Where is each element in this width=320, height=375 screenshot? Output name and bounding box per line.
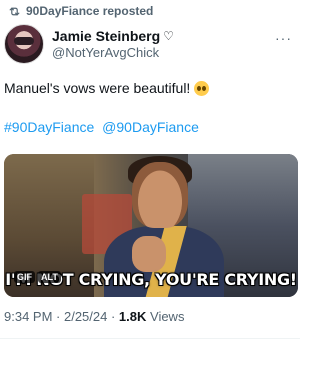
- tweet-header: Jamie Steinberg ♡ @NotYerAvgChick: [4, 24, 174, 64]
- avatar[interactable]: [4, 24, 44, 64]
- pleading-face-emoji-icon: [194, 81, 210, 96]
- meta-separator: ·: [107, 309, 119, 324]
- hashtag-link[interactable]: #90DayFiance: [4, 119, 94, 135]
- tweet-time[interactable]: 9:34 PM: [4, 309, 52, 324]
- alt-badge[interactable]: ALT: [38, 271, 61, 283]
- mention-link[interactable]: @90DayFiance: [102, 119, 199, 135]
- media-figure-hands: [132, 236, 166, 272]
- meta-separator: ·: [52, 309, 64, 324]
- heart-icon: ♡: [163, 29, 174, 43]
- tweet-meta: 9:34 PM · 2/25/24 · 1.8K Views: [4, 309, 184, 324]
- display-name-text: Jamie Steinberg: [52, 28, 161, 44]
- tweet-text: Manuel's vows were beautiful!: [4, 79, 294, 97]
- repost-label: 90DayFiance reposted: [26, 4, 154, 18]
- author-names: Jamie Steinberg ♡ @NotYerAvgChick: [52, 24, 174, 64]
- repost-icon: [9, 7, 20, 15]
- tweet-date[interactable]: 2/25/24: [64, 309, 107, 324]
- media-figure-head: [132, 162, 188, 228]
- gif-media[interactable]: I'M NOT CRYING, YOU'RE CRYING! GIF ALT: [4, 154, 298, 297]
- tweet-text-content: Manuel's vows were beautiful!: [4, 80, 191, 96]
- gif-badge: GIF: [14, 271, 35, 283]
- more-icon[interactable]: ···: [275, 30, 292, 46]
- views-label: Views: [146, 309, 185, 324]
- views-count: 1.8K: [118, 309, 147, 324]
- media-badges: GIF ALT: [14, 271, 61, 283]
- repost-indicator[interactable]: 90DayFiance reposted: [8, 4, 153, 18]
- tweet-hashtags: #90DayFiance @90DayFiance: [4, 119, 203, 135]
- author-display-name[interactable]: Jamie Steinberg ♡: [52, 28, 174, 44]
- divider: [0, 338, 300, 339]
- author-handle[interactable]: @NotYerAvgChick: [52, 45, 174, 60]
